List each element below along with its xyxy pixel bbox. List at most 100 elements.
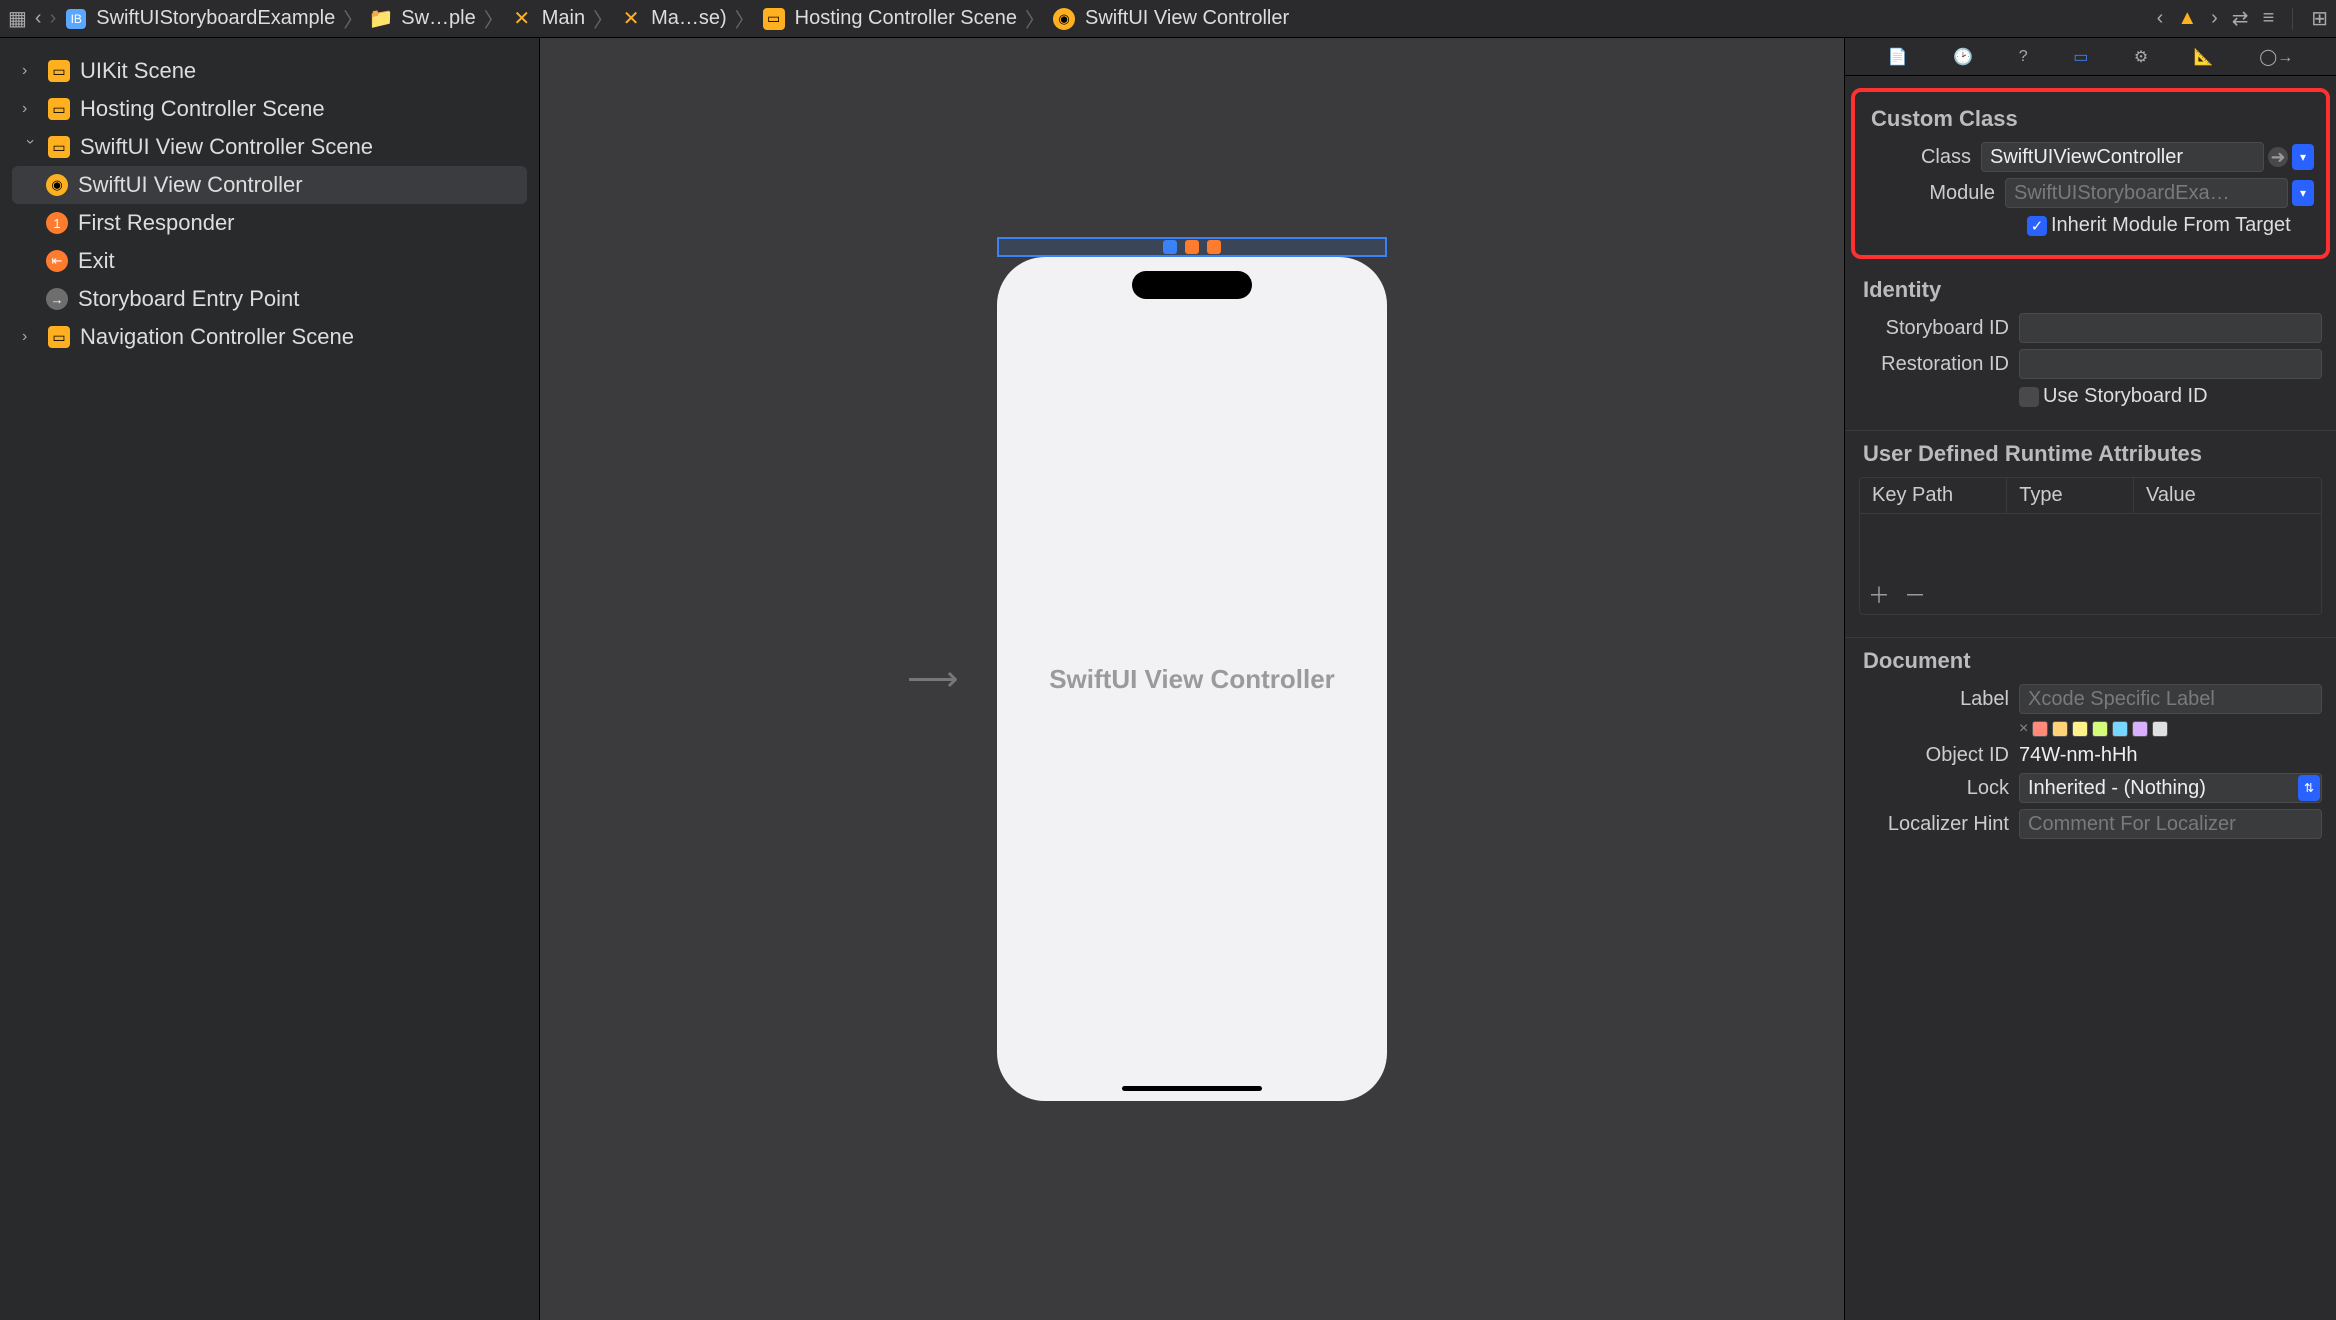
navigate-to-class-icon[interactable]: ➜ xyxy=(2268,147,2288,167)
device-preview[interactable]: SwiftUI View Controller xyxy=(997,257,1387,1101)
scene-icon: ▭ xyxy=(763,8,785,30)
remove-attr-button[interactable]: － xyxy=(1904,578,1926,610)
section-title: Custom Class xyxy=(1871,106,2314,132)
breadcrumb-item[interactable]: SwiftUIStoryboardExample xyxy=(96,7,335,30)
forward-button[interactable]: › xyxy=(50,7,57,30)
table-body[interactable] xyxy=(1860,514,2321,574)
color-swatch[interactable] xyxy=(2132,721,2148,737)
identity-section: Identity Storyboard ID Restoration ID Us… xyxy=(1845,267,2336,431)
warning-badge[interactable]: ▲ xyxy=(2177,7,2197,30)
storyboard-id-field[interactable] xyxy=(2019,313,2322,343)
vc-dock-icon[interactable] xyxy=(1163,240,1177,254)
color-swatches: × xyxy=(2019,720,2322,738)
breadcrumb-item[interactable]: Main xyxy=(542,7,585,30)
outline-label: SwiftUI View Controller xyxy=(78,172,303,198)
breadcrumb-item[interactable]: SwiftUI View Controller xyxy=(1085,7,1289,30)
color-swatch[interactable] xyxy=(2112,721,2128,737)
outline-label: Hosting Controller Scene xyxy=(80,96,325,122)
col-type[interactable]: Type xyxy=(2007,478,2134,513)
first-responder-dock-icon[interactable] xyxy=(1185,240,1199,254)
refresh-icon[interactable]: ⇄ xyxy=(2232,6,2249,31)
runtime-attrs-table[interactable]: Key Path Type Value ＋ － xyxy=(1859,477,2322,615)
scene-icon: ▭ xyxy=(48,136,70,158)
color-swatch[interactable] xyxy=(2152,721,2168,737)
top-toolbar: ▦ ‹ › IB SwiftUIStoryboardExample〉 📁 Sw…… xyxy=(0,0,2336,38)
view-controller-scene[interactable]: ⟶ SwiftUI View Controller xyxy=(997,257,1387,1101)
issue-nav-next-icon[interactable]: › xyxy=(2211,7,2218,30)
outline-item-first-responder[interactable]: 1 First Responder xyxy=(12,204,527,242)
tab-attributes-inspector[interactable]: ⚙ xyxy=(2134,47,2148,67)
tab-identity-inspector[interactable]: ▭ xyxy=(2073,47,2088,67)
lock-popup[interactable] xyxy=(2019,773,2322,803)
tab-file-inspector[interactable]: 📄 xyxy=(1888,47,1908,67)
entry-point-icon: → xyxy=(46,288,68,310)
exit-icon: ⇤ xyxy=(46,250,68,272)
add-attr-button[interactable]: ＋ xyxy=(1868,578,1890,610)
outline-item-nav-scene[interactable]: › ▭ Navigation Controller Scene xyxy=(12,318,527,356)
doc-label-field[interactable] xyxy=(2019,684,2322,714)
breadcrumb-item[interactable]: Sw…ple xyxy=(401,7,475,30)
adjust-editor-icon[interactable]: ≡ xyxy=(2263,7,2275,30)
object-id-label: Object ID xyxy=(1859,744,2009,767)
issue-nav-prev-icon[interactable]: ‹ xyxy=(2157,7,2164,30)
breadcrumb-item[interactable]: Hosting Controller Scene xyxy=(795,7,1017,30)
outline-item-entry-point[interactable]: → Storyboard Entry Point xyxy=(12,280,527,318)
color-swatch[interactable] xyxy=(2092,721,2108,737)
storyboard-canvas[interactable]: ⟶ SwiftUI View Controller xyxy=(540,38,1844,1320)
restoration-id-field[interactable] xyxy=(2019,349,2322,379)
related-items-icon[interactable]: ▦ xyxy=(8,6,27,31)
localizer-hint-label: Localizer Hint xyxy=(1859,813,2009,836)
col-value[interactable]: Value xyxy=(2134,478,2321,513)
class-dropdown-icon[interactable]: ▾ xyxy=(2292,144,2314,170)
document-section: Document Label × xyxy=(1845,638,2336,861)
tab-size-inspector[interactable]: 📐 xyxy=(2194,47,2214,67)
disclosure-closed-icon[interactable]: › xyxy=(22,328,38,346)
add-editor-icon[interactable]: ⊞ xyxy=(2311,6,2328,31)
color-swatch[interactable] xyxy=(2032,721,2048,737)
col-keypath[interactable]: Key Path xyxy=(1860,478,2007,513)
disclosure-closed-icon[interactable]: › xyxy=(22,100,38,118)
scene-dock[interactable] xyxy=(997,237,1387,257)
tab-history-inspector[interactable]: 🕑 xyxy=(1953,47,1973,67)
scene-icon: ▭ xyxy=(48,60,70,82)
first-responder-icon: 1 xyxy=(46,212,68,234)
localizer-hint-field[interactable] xyxy=(2019,809,2322,839)
use-storyboard-id-checkbox[interactable] xyxy=(2019,387,2039,407)
folder-icon: 📁 xyxy=(371,9,391,29)
inspector-tabs: 📄 🕑 ? ▭ ⚙ 📐 ◯→ xyxy=(1845,38,2336,76)
x-icon: ✕ xyxy=(512,9,532,29)
inherit-module-label: Inherit Module From Target xyxy=(2051,214,2291,237)
storyboard-id-label: Storyboard ID xyxy=(1859,317,2009,340)
disclosure-open-icon[interactable]: › xyxy=(21,139,39,155)
section-title: Document xyxy=(1863,648,2322,674)
tab-help-inspector[interactable]: ? xyxy=(2019,48,2028,66)
document-outline: › ▭ UIKit Scene › ▭ Hosting Controller S… xyxy=(0,38,540,1320)
use-storyboard-id-label: Use Storyboard ID xyxy=(2043,385,2208,408)
outline-item-hosting-scene[interactable]: › ▭ Hosting Controller Scene xyxy=(12,90,527,128)
class-label: Class xyxy=(1867,146,1971,169)
module-field[interactable] xyxy=(2005,178,2288,208)
outline-item-swiftui-vc[interactable]: ◉ SwiftUI View Controller xyxy=(12,166,527,204)
tab-connections-inspector[interactable]: ◯→ xyxy=(2259,47,2293,67)
outline-item-swiftui-scene[interactable]: › ▭ SwiftUI View Controller Scene xyxy=(12,128,527,166)
color-swatch[interactable] xyxy=(2052,721,2068,737)
module-dropdown-icon[interactable]: ▾ xyxy=(2292,180,2314,206)
outline-item-exit[interactable]: ⇤ Exit xyxy=(12,242,527,280)
outline-label: Navigation Controller Scene xyxy=(80,324,354,350)
outline-label: UIKit Scene xyxy=(80,58,196,84)
class-field[interactable] xyxy=(1981,142,2264,172)
inherit-module-checkbox[interactable]: ✓ xyxy=(2027,216,2047,236)
clear-color-button[interactable]: × xyxy=(2019,720,2028,738)
back-button[interactable]: ‹ xyxy=(35,7,42,30)
disclosure-closed-icon[interactable]: › xyxy=(22,62,38,80)
initial-vc-arrow-icon: ⟶ xyxy=(907,658,959,700)
doc-label-label: Label xyxy=(1859,688,2009,711)
view-controller-icon: ◉ xyxy=(46,174,68,196)
lock-dropdown-icon[interactable]: ⇅ xyxy=(2298,775,2320,801)
outline-label: Storyboard Entry Point xyxy=(78,286,299,312)
outline-item-uikit-scene[interactable]: › ▭ UIKit Scene xyxy=(12,52,527,90)
module-label: Module xyxy=(1867,182,1995,205)
breadcrumb-item[interactable]: Ma…se) xyxy=(651,7,727,30)
color-swatch[interactable] xyxy=(2072,721,2088,737)
exit-dock-icon[interactable] xyxy=(1207,240,1221,254)
